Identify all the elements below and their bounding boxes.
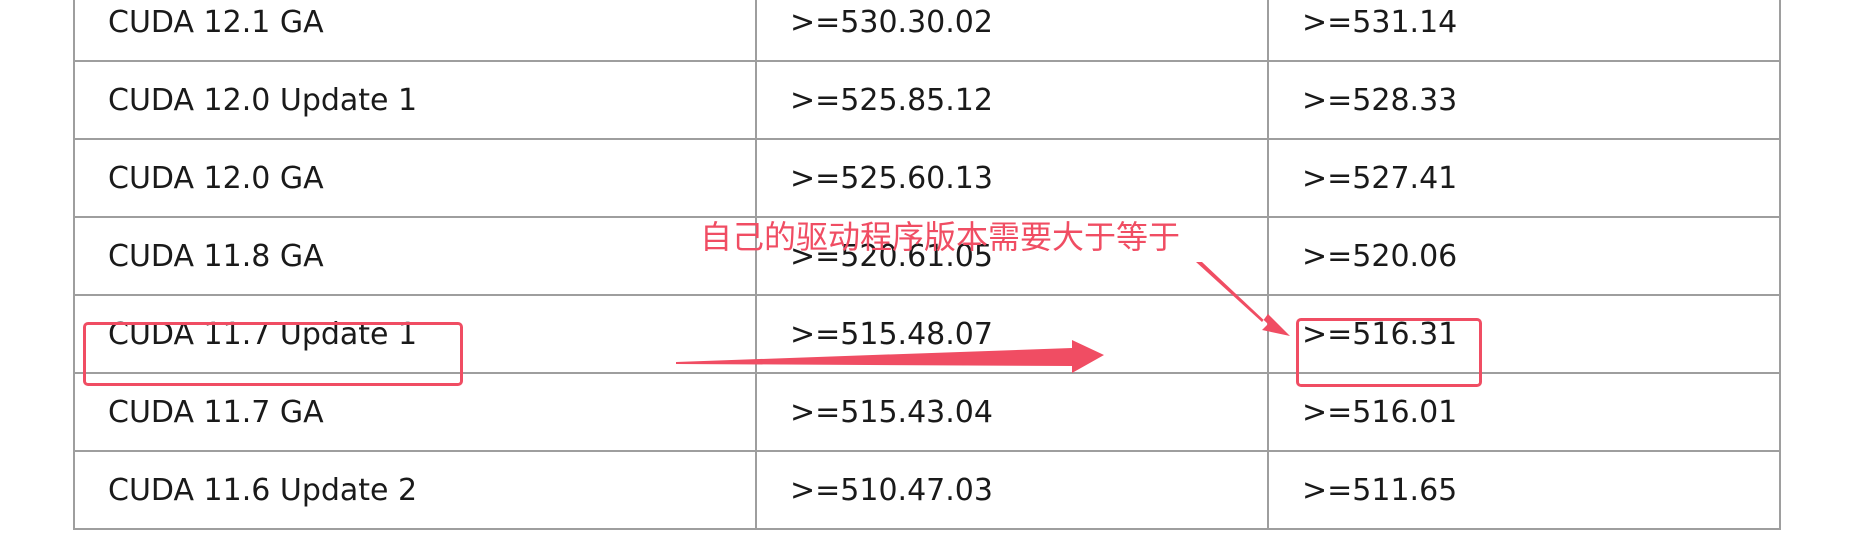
arrow-down-right-icon: [1196, 262, 1290, 336]
annotation-arrows: [676, 262, 1290, 373]
arrow-right-icon: [676, 340, 1104, 373]
